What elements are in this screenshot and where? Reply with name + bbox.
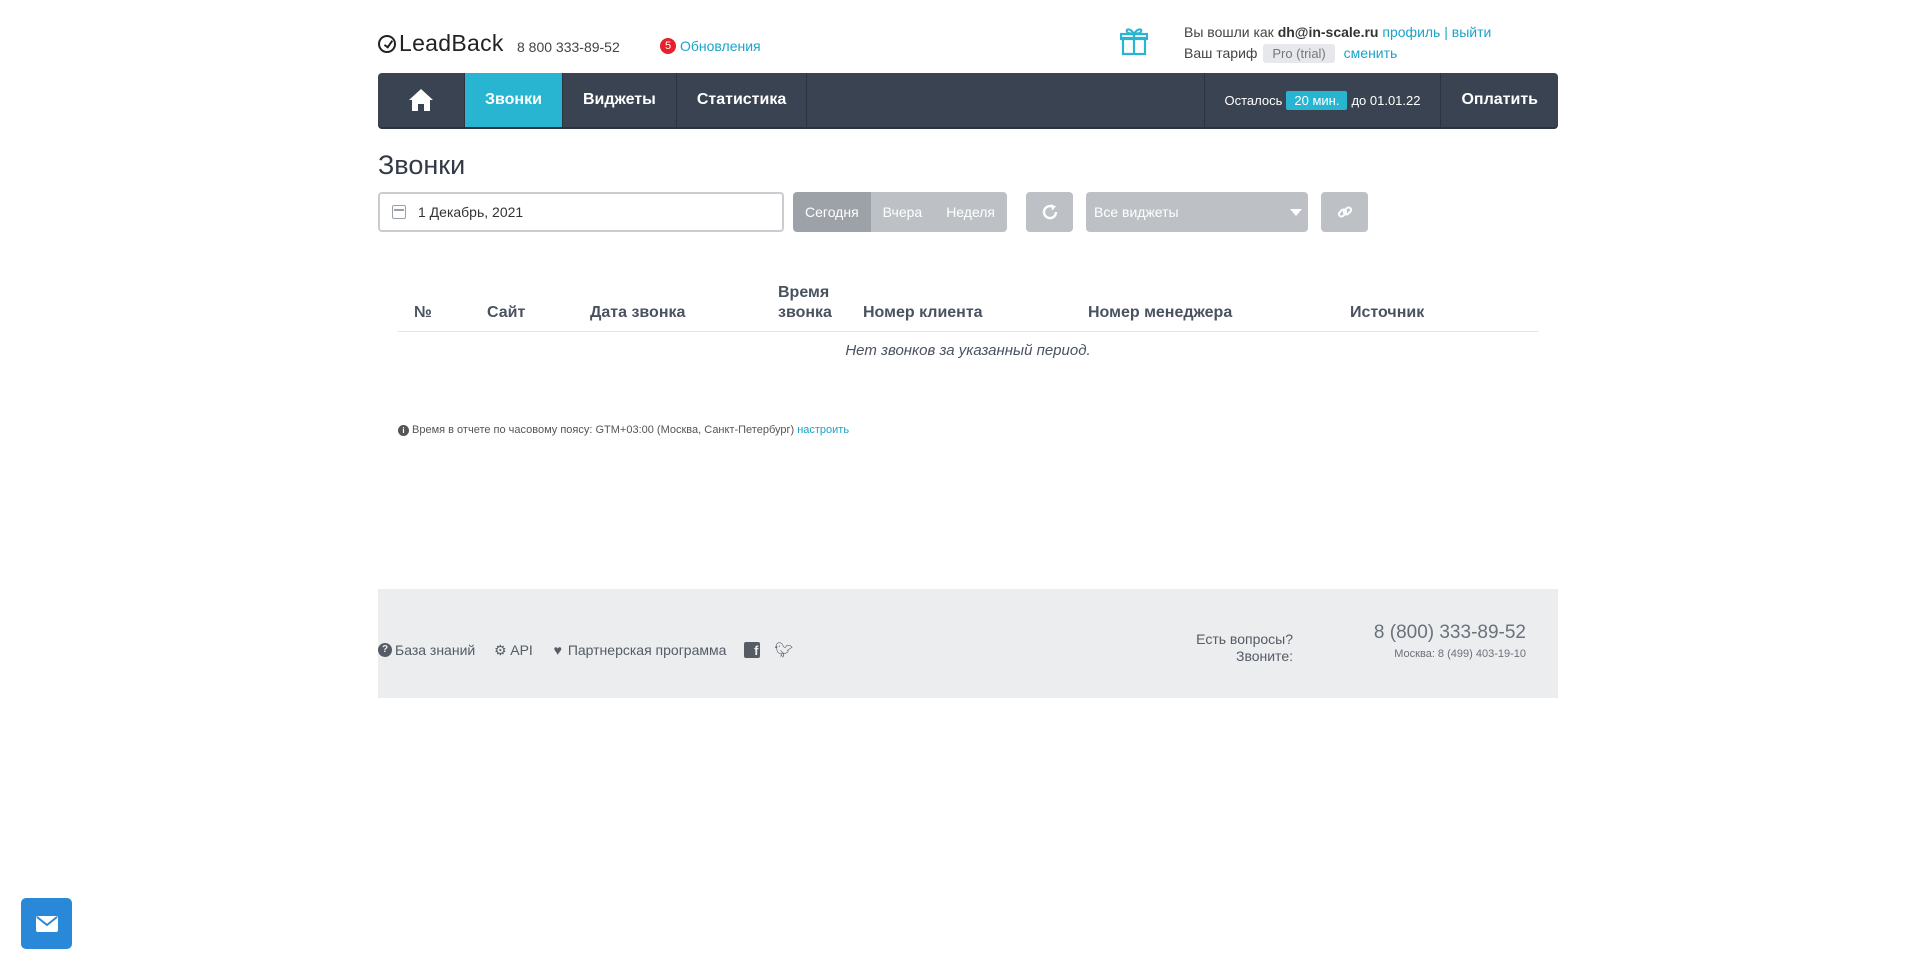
updates-label[interactable]: Обновления (680, 38, 761, 54)
calendar-icon (392, 205, 406, 219)
column-call-time[interactable]: Время звонка (778, 283, 836, 323)
envelope-icon (35, 915, 58, 932)
home-icon (409, 89, 433, 111)
remaining-prefix: Осталось (1224, 92, 1283, 108)
header: LeadBack 8 800 333-89-52 5 Обновления Вы… (378, 0, 1558, 72)
logout-link[interactable]: выйти (1452, 24, 1492, 40)
twitter-icon[interactable]: 🐦︎ (774, 641, 793, 659)
date-value: 1 Декабрь, 2021 (418, 204, 524, 220)
footer-questions: Есть вопросы? Звоните: (1196, 631, 1293, 665)
nav-widgets[interactable]: Виджеты (563, 73, 677, 127)
range-yesterday-button[interactable]: Вчера (870, 192, 935, 232)
timezone-note: i Время в отчете по часовому поясу: GTM+… (398, 424, 849, 436)
user-email: dh@in-scale.ru (1277, 24, 1379, 40)
widgets-select[interactable]: Все виджеты (1086, 192, 1308, 232)
remaining-time: Осталось 20 мин. до 01.01.22 (1203, 73, 1441, 127)
share-link-button[interactable] (1321, 192, 1368, 232)
nav-calls[interactable]: Звонки (465, 73, 563, 127)
widgets-select-value: Все виджеты (1094, 204, 1179, 220)
timezone-settings-link[interactable]: настроить (797, 424, 849, 436)
feedback-mail-button[interactable] (21, 898, 72, 949)
tariff-badge: Pro (trial) (1263, 44, 1335, 63)
link-icon (1337, 206, 1352, 218)
nav-home[interactable] (378, 73, 465, 127)
gift-icon[interactable] (1120, 26, 1148, 56)
range-today-button[interactable]: Сегодня (793, 192, 871, 232)
change-tariff-link[interactable]: сменить (1344, 45, 1398, 61)
pay-button[interactable]: Оплатить (1440, 73, 1558, 127)
heart-icon: ♥ (553, 642, 562, 658)
footer-link-label: База знаний (395, 642, 476, 658)
updates-link[interactable]: 5 Обновления (660, 38, 761, 54)
tariff-prefix: Ваш тариф (1184, 45, 1258, 61)
logo-clock-icon (378, 34, 396, 53)
nav-statistics[interactable]: Статистика (677, 73, 808, 127)
remaining-until: до 01.01.22 (1351, 92, 1421, 108)
page-title: Звонки (378, 150, 466, 180)
refresh-icon (1042, 204, 1057, 220)
logo-text: LeadBack (399, 30, 504, 56)
column-manager-number[interactable]: Номер менеджера (1088, 303, 1232, 323)
date-range-buttons: Сегодня Вчера Неделя (793, 192, 1008, 232)
updates-count-badge: 5 (660, 38, 676, 54)
profile-link[interactable]: профиль (1382, 24, 1440, 40)
chevron-down-icon (1290, 209, 1302, 216)
questions-line2: Звоните: (1235, 648, 1293, 664)
footer-phones: 8 (800) 333-89-52 Москва: 8 (499) 403-19… (1374, 622, 1526, 660)
range-week-button[interactable]: Неделя (934, 192, 1008, 232)
calls-table: № Сайт Дата звонка Время звонка Номер кл… (398, 280, 1538, 359)
footer: ? База знаний ⚙ API ♥ Партнерская програ… (378, 589, 1558, 698)
logged-in-prefix: Вы вошли как (1184, 24, 1274, 40)
info-icon: i (398, 424, 409, 436)
gear-icon: ⚙ (493, 642, 507, 658)
account-info: Вы вошли как dh@in-scale.ru профиль | вы… (1184, 22, 1491, 64)
footer-api-link[interactable]: ⚙ API (493, 642, 533, 658)
table-header: № Сайт Дата звонка Время звонка Номер кл… (398, 280, 1538, 332)
main-navbar: Звонки Виджеты Статистика Осталось 20 ми… (378, 73, 1558, 127)
date-picker-input[interactable]: 1 Декабрь, 2021 (378, 192, 784, 232)
column-number[interactable]: № (414, 303, 432, 323)
remaining-minutes-badge: 20 мин. (1286, 90, 1348, 110)
column-call-date[interactable]: Дата звонка (590, 303, 685, 323)
footer-link-label: Партнерская программа (567, 642, 727, 658)
filters-bar: 1 Декабрь, 2021 Сегодня Вчера Неделя Все… (378, 192, 1378, 232)
footer-phone-moscow: Москва: 8 (499) 403-19-10 (1394, 648, 1526, 660)
footer-knowledge-base-link[interactable]: ? База знаний (378, 642, 475, 658)
link-separator: | (1444, 24, 1448, 40)
question-icon: ? (378, 643, 392, 657)
footer-link-label: API (510, 642, 533, 658)
column-client-number[interactable]: Номер клиента (863, 303, 983, 323)
footer-partner-link[interactable]: ♥ Партнерская программа (551, 642, 727, 658)
column-source[interactable]: Источник (1350, 303, 1424, 323)
refresh-button[interactable] (1026, 192, 1073, 232)
logo[interactable]: LeadBack (378, 30, 504, 57)
empty-table-message: Нет звонков за указанный период. (845, 342, 1091, 359)
column-site[interactable]: Сайт (487, 303, 525, 323)
footer-phone-main[interactable]: 8 (800) 333-89-52 (1374, 622, 1526, 644)
timezone-text: Время в отчете по часовому поясу: GTM+03… (412, 424, 795, 436)
footer-links: ? База знаний ⚙ API ♥ Партнерская програ… (378, 641, 807, 659)
header-phone: 8 800 333-89-52 (517, 39, 620, 55)
facebook-icon[interactable]: f (744, 642, 761, 658)
social-links: f 🐦︎ (744, 641, 807, 659)
questions-line1: Есть вопросы? (1196, 631, 1293, 647)
